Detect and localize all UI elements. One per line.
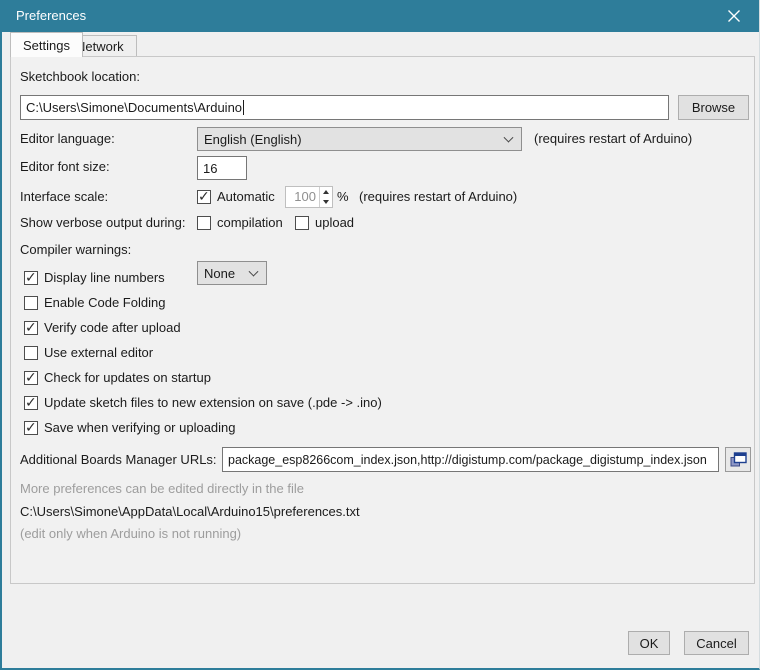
editor-font-size-label: Editor font size: — [20, 159, 110, 175]
automatic-scale-checkbox[interactable]: ✓ — [197, 190, 211, 204]
arrow-up-icon — [323, 190, 329, 194]
check-icon: ✓ — [25, 420, 37, 436]
boards-manager-urls-label: Additional Boards Manager URLs: — [20, 452, 217, 468]
display-line-numbers-checkbox[interactable]: ✓ — [24, 271, 38, 285]
compiler-warnings-dropdown[interactable]: None — [197, 261, 267, 285]
verify-code-after-upload-checkbox[interactable]: ✓ — [24, 321, 38, 335]
use-external-editor-checkbox[interactable]: ✓ — [24, 346, 38, 360]
sketchbook-location-input[interactable]: C:\Users\Simone\Documents\Arduino — [20, 95, 669, 120]
verbose-output-label: Show verbose output during: — [20, 215, 186, 231]
check-icon: ✓ — [25, 270, 37, 286]
verbose-compilation-label: compilation — [217, 215, 283, 231]
checkbox-label: Display line numbers — [44, 270, 165, 286]
checkbox-label: Use external editor — [44, 345, 153, 361]
editor-font-size-input[interactable]: 16 — [197, 156, 247, 180]
check-icon: ✓ — [25, 395, 37, 411]
sketchbook-location-label: Sketchbook location: — [20, 69, 140, 85]
boards-manager-urls-value: package_esp8266com_index.json,http://dig… — [228, 453, 707, 467]
verbose-upload-checkbox[interactable]: ✓ — [295, 216, 309, 230]
interface-scale-label: Interface scale: — [20, 189, 108, 205]
tab-settings[interactable]: Settings — [10, 32, 83, 57]
window-title: Preferences — [16, 0, 86, 32]
editor-font-size-value: 16 — [203, 161, 217, 176]
tab-settings-label: Settings — [23, 38, 70, 53]
verbose-compilation-checkbox[interactable]: ✓ — [197, 216, 211, 230]
chevron-down-icon — [249, 267, 259, 277]
spinner-down-button[interactable] — [320, 197, 332, 207]
checkbox-label: Check for updates on startup — [44, 370, 211, 386]
preferences-file-path: C:\Users\Simone\AppData\Local\Arduino15\… — [20, 504, 360, 520]
text-caret — [243, 100, 244, 115]
checkbox-label: Verify code after upload — [44, 320, 181, 336]
open-urls-editor-button[interactable] — [725, 447, 751, 472]
boards-manager-urls-input[interactable]: package_esp8266com_index.json,http://dig… — [222, 447, 719, 472]
verbose-upload-label: upload — [315, 215, 354, 231]
check-updates-checkbox[interactable]: ✓ — [24, 371, 38, 385]
check-icon: ✓ — [25, 370, 37, 386]
browse-button-label: Browse — [692, 100, 735, 115]
chevron-down-icon — [504, 133, 514, 143]
save-when-verifying-checkbox[interactable]: ✓ — [24, 421, 38, 435]
ok-button-label: OK — [640, 636, 659, 651]
edit-only-note: (edit only when Arduino is not running) — [20, 526, 241, 542]
editor-language-label: Editor language: — [20, 131, 115, 147]
compiler-warnings-label: Compiler warnings: — [20, 242, 131, 258]
update-sketch-extension-checkbox[interactable]: ✓ — [24, 396, 38, 410]
check-icon: ✓ — [198, 189, 210, 205]
enable-code-folding-checkbox[interactable]: ✓ — [24, 296, 38, 310]
editor-language-dropdown[interactable]: English (English) — [197, 127, 522, 151]
windows-icon — [730, 452, 747, 467]
checkbox-label: Save when verifying or uploading — [44, 420, 236, 436]
compiler-warnings-value: None — [204, 266, 235, 281]
preferences-dialog: Preferences Settings Network Sketchbook … — [0, 0, 760, 670]
automatic-scale-checkbox-label: Automatic — [217, 189, 275, 205]
checkbox-label: Enable Code Folding — [44, 295, 165, 311]
language-restart-note: (requires restart of Arduino) — [534, 131, 692, 147]
browse-button[interactable]: Browse — [678, 95, 749, 120]
editor-language-value: English (English) — [204, 132, 302, 147]
arrow-down-icon — [323, 200, 329, 204]
cancel-button-label: Cancel — [696, 636, 736, 651]
more-preferences-note: More preferences can be edited directly … — [20, 481, 304, 497]
scale-restart-note: (requires restart of Arduino) — [359, 189, 517, 205]
interface-scale-spinner: 100 — [285, 186, 333, 208]
percent-sign: % — [337, 189, 349, 205]
interface-scale-value: 100 — [286, 187, 319, 207]
sketchbook-location-value: C:\Users\Simone\Documents\Arduino — [26, 100, 242, 115]
ok-button[interactable]: OK — [628, 631, 670, 655]
tab-network-label: Network — [76, 39, 124, 54]
spinner-up-button[interactable] — [320, 187, 332, 197]
checkbox-label: Update sketch files to new extension on … — [44, 395, 382, 411]
cancel-button[interactable]: Cancel — [684, 631, 749, 655]
title-bar[interactable]: Preferences — [0, 0, 760, 32]
close-button[interactable] — [719, 0, 749, 32]
close-icon — [727, 9, 741, 23]
check-icon: ✓ — [25, 320, 37, 336]
